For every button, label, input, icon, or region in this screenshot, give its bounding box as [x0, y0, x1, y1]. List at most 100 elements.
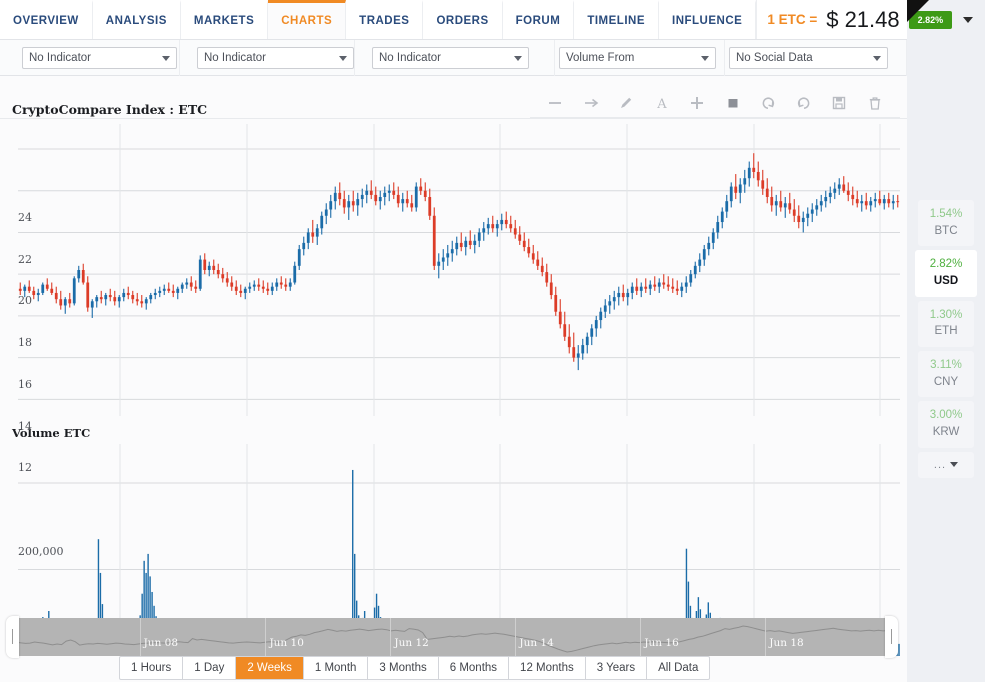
nav-tab-forum[interactable]: FORUM — [503, 0, 575, 39]
indicator-select-3[interactable]: No Indicator — [372, 47, 529, 69]
indicator-select-2-value: No Indicator — [204, 52, 267, 64]
navigator-date-label: Jun 10 — [269, 637, 304, 649]
range-button-6-months[interactable]: 6 Months — [439, 657, 510, 679]
social-data-select[interactable]: No Social Data — [729, 47, 888, 69]
chevron-down-icon[interactable] — [963, 16, 974, 23]
navigator-date-label: Jun 18 — [769, 637, 804, 649]
chevron-down-icon — [514, 55, 522, 61]
range-selector: 1 Hours 1 Day 2 Weeks 1 Month 3 Months 6 Mont… — [119, 656, 711, 680]
drawing-toolbar: A — [530, 88, 900, 118]
range-button-3-years[interactable]: 3 Years — [586, 657, 648, 679]
nav-tab-overview[interactable]: OVERVIEW — [0, 0, 93, 39]
arrow-tool-icon[interactable] — [580, 92, 602, 114]
chevron-down-icon — [950, 462, 959, 468]
chart-navigator[interactable]: Jun 08Jun 10Jun 12Jun 14Jun 16Jun 18J — [6, 616, 898, 658]
main-navigation: OVERVIEW ANALYSIS MARKETS CHARTS TRADES ORDER… — [0, 0, 974, 40]
navigator-date-label: Jun 16 — [644, 637, 679, 649]
price-y-tick: 20 — [18, 294, 32, 308]
currency-tile-krw[interactable]: 3.00% KRW — [918, 401, 974, 448]
charts-page: OVERVIEW ANALYSIS MARKETS CHARTS TRADES ORDER… — [0, 0, 985, 682]
chevron-down-icon — [873, 55, 881, 61]
currency-more-button[interactable]: ... — [918, 451, 974, 478]
currency-symbol: USD — [933, 275, 959, 288]
price-ticker: 1 ETC = $ 21.48 2.82% — [757, 0, 985, 39]
chart-title: CryptoCompare Index : ETC — [12, 102, 208, 117]
nav-tab-orders[interactable]: ORDERS — [423, 0, 503, 39]
navigator-tick — [515, 618, 517, 656]
indicator-select-1-value: No Indicator — [29, 52, 92, 64]
navigator-tick — [765, 618, 767, 656]
rectangle-tool-icon[interactable] — [722, 92, 744, 114]
currency-change-pct: 2.82% — [929, 258, 963, 271]
range-button-1-day[interactable]: 1 Day — [183, 657, 237, 679]
range-button-3-months[interactable]: 3 Months — [368, 657, 439, 679]
currency-change-pct: 1.30% — [929, 308, 963, 321]
nav-tab-markets[interactable]: MARKETS — [181, 0, 269, 39]
trash-icon[interactable] — [864, 92, 886, 114]
price-value: $ 21.48 — [826, 6, 900, 32]
range-button-1-month[interactable]: 1 Month — [304, 657, 369, 679]
currency-change-pct: 3.11% — [930, 359, 962, 372]
corner-marker — [907, 0, 929, 22]
price-y-tick: 16 — [18, 377, 32, 391]
crosshair-tool-icon[interactable] — [686, 92, 708, 114]
indicator-toolbar: No Indicator No Indicator No Indicator V… — [0, 40, 907, 76]
navigator-tick — [390, 618, 392, 656]
currency-change-pct: 3.00% — [929, 409, 963, 422]
range-button-2-weeks[interactable]: 2 Weeks — [236, 657, 304, 679]
currency-tile-cny[interactable]: 3.11% CNY — [918, 351, 974, 398]
social-data-select-value: No Social Data — [736, 52, 813, 64]
price-y-tick: 18 — [18, 336, 32, 350]
price-y-tick: 24 — [18, 211, 32, 225]
line-tool-icon[interactable] — [544, 92, 566, 114]
nav-tab-trades[interactable]: TRADES — [346, 0, 424, 39]
currency-symbol: CNY — [933, 375, 959, 388]
price-pair-label: 1 ETC = — [767, 12, 818, 27]
undo-icon[interactable] — [757, 92, 779, 114]
currency-symbol: KRW — [932, 426, 960, 439]
chevron-down-icon — [162, 55, 170, 61]
volume-select[interactable]: Volume From — [559, 47, 716, 69]
chart-panel: CryptoCompare Index : ETC Volume ETC A 1… — [0, 76, 907, 682]
nav-tab-timeline[interactable]: TIMELINE — [574, 0, 659, 39]
chevron-down-icon — [701, 55, 709, 61]
nav-tab-charts[interactable]: CHARTS — [268, 0, 347, 39]
navigator-tick — [640, 618, 642, 656]
navigator-handle-right[interactable] — [885, 616, 898, 658]
price-y-tick: 14 — [18, 419, 32, 433]
navigator-tick — [139, 618, 141, 656]
currency-tile-eth[interactable]: 1.30% ETH — [918, 300, 974, 348]
nav-tab-analysis[interactable]: ANALYSIS — [93, 0, 181, 39]
currency-symbol: BTC — [934, 224, 958, 237]
toolbar-divider — [0, 118, 907, 119]
range-button-all-data[interactable]: All Data — [647, 657, 709, 679]
save-icon[interactable] — [828, 92, 850, 114]
currency-change-pct: 1.54% — [929, 208, 963, 220]
volume-select-value: Volume From — [566, 52, 635, 64]
svg-text:A: A — [656, 97, 667, 111]
indicator-select-1[interactable]: No Indicator — [22, 47, 177, 69]
navigator-tick — [265, 618, 267, 656]
ellipsis-label: ... — [933, 458, 947, 471]
volume-y-tick: 200,000 — [18, 544, 64, 558]
range-button-12-months[interactable]: 12 Months — [509, 657, 586, 679]
chevron-down-icon — [339, 55, 347, 61]
navigator-date-label: Jun 12 — [394, 637, 429, 649]
indicator-select-3-value: No Indicator — [379, 52, 442, 64]
nav-tab-list: OVERVIEW ANALYSIS MARKETS CHARTS TRADES ORDER… — [0, 0, 757, 39]
price-y-tick: 22 — [18, 252, 32, 266]
navigator-handle-left[interactable] — [6, 616, 19, 658]
navigator-date-label: Jun 08 — [143, 637, 179, 649]
nav-tab-influence[interactable]: INFLUENCE — [659, 0, 757, 39]
currency-tile-btc[interactable]: 1.54% BTC — [918, 200, 974, 247]
currency-tile-usd[interactable]: 2.82% USD — [915, 250, 977, 297]
currency-symbol: ETH — [934, 325, 958, 338]
currency-sidebar: 1.54% BTC 2.82% USD 1.30% ETH 3.11% CNY 3.00% KRW… — [907, 40, 985, 682]
range-button-1-hours[interactable]: 1 Hours — [120, 657, 184, 679]
text-tool-icon[interactable]: A — [651, 92, 673, 114]
redo-icon[interactable] — [793, 92, 815, 114]
navigator-date-label: Jun 14 — [519, 637, 554, 649]
price-chart[interactable] — [18, 124, 900, 416]
indicator-select-2[interactable]: No Indicator — [197, 47, 354, 69]
pencil-tool-icon[interactable] — [615, 92, 637, 114]
